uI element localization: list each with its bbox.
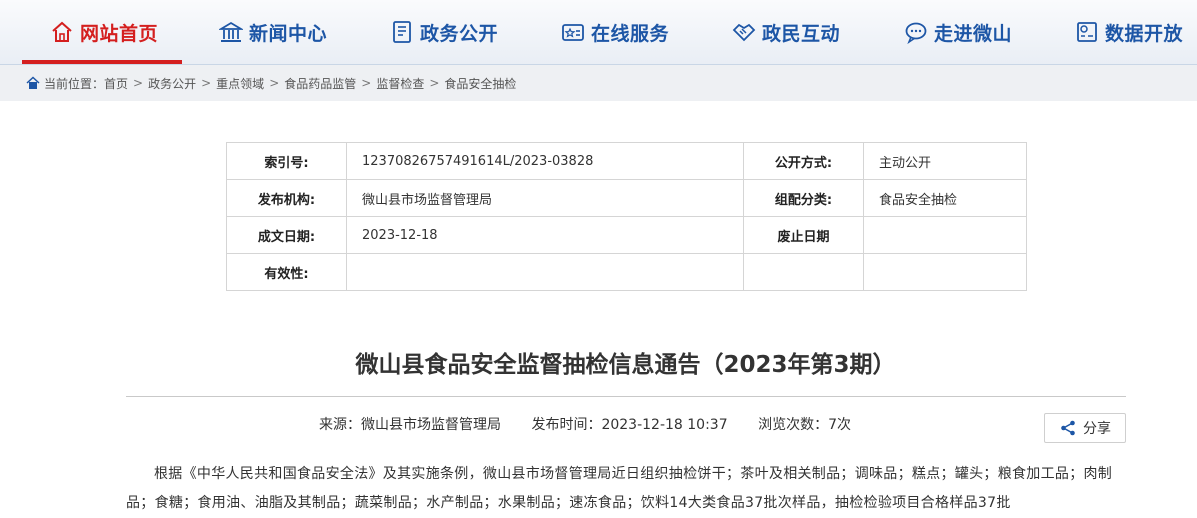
nav-item-label: 网站首页 <box>80 22 159 45</box>
article-title: 微山县食品安全监督抽检信息通告（2023年第3期） <box>355 352 896 378</box>
building-icon <box>219 20 243 44</box>
nav-item-home[interactable]: 网站首页 <box>22 0 183 64</box>
nav-item-news[interactable]: 新闻中心 <box>219 0 327 64</box>
chat-icon <box>904 20 928 44</box>
abolish-date-label: 废止日期 <box>743 216 864 254</box>
nav-item-open-data[interactable]: 数据开放 <box>1075 0 1183 64</box>
article-source: 来源：微山县市场监督管理局 <box>319 417 501 433</box>
location-home-icon <box>26 76 40 90</box>
active-underline <box>22 60 183 64</box>
abolish-date-value <box>863 216 1027 254</box>
nav-item-online-service[interactable]: 在线服务 <box>561 0 669 64</box>
nav-item-about-weishan[interactable]: 走进微山 <box>904 0 1012 64</box>
article-body: 根据《中华人民共和国食品安全法》及其实施条例，微山县市场督管理局近日组织抽检饼干… <box>126 466 1113 511</box>
nav-item-label: 政民互动 <box>762 22 841 45</box>
index-value: 12370826757491614L/2023-03828 <box>346 142 744 180</box>
open-method-value: 主动公开 <box>863 142 1027 180</box>
share-button[interactable]: 分享 <box>1044 413 1126 443</box>
nav-item-label: 政务公开 <box>420 22 499 45</box>
breadcrumb-link-food-drug[interactable]: 食品药品监管 <box>284 75 356 92</box>
handshake-icon <box>732 20 756 44</box>
breadcrumb-link-key-areas[interactable]: 重点领域 <box>216 75 264 92</box>
table-row: 成文日期: 2023-12-18 废止日期 <box>226 216 1027 254</box>
title-divider <box>126 396 1126 397</box>
empty-cell <box>863 253 1027 291</box>
breadcrumb-separator: > <box>269 76 280 90</box>
breadcrumb-separator: > <box>201 76 212 90</box>
breadcrumb-link-gov-affairs[interactable]: 政务公开 <box>148 75 196 92</box>
breadcrumb-prefix: 当前位置： <box>44 76 105 91</box>
breadcrumb-separator: > <box>361 76 372 90</box>
table-row: 索引号: 12370826757491614L/2023-03828 公开方式:… <box>226 142 1027 180</box>
data-icon <box>1075 20 1099 44</box>
issuer-value: 微山县市场监督管理局 <box>346 179 744 217</box>
breadcrumb-separator: > <box>133 76 144 90</box>
breadcrumb-link-food-sampling[interactable]: 食品安全抽检 <box>444 75 516 92</box>
index-label: 索引号: <box>226 142 347 180</box>
breadcrumb-separator: > <box>429 76 440 90</box>
empty-cell <box>743 253 864 291</box>
issuer-label: 发布机构: <box>226 179 347 217</box>
open-method-label: 公开方式: <box>743 142 864 180</box>
article-views: 浏览次数：7次 <box>758 417 851 433</box>
category-label: 组配分类: <box>743 179 864 217</box>
share-icon <box>1059 419 1077 437</box>
article-meta: 来源：微山县市场监督管理局 发布时间：2023-12-18 10:37 浏览次数… <box>0 414 1170 434</box>
document-icon <box>390 20 414 44</box>
nav-item-label: 走进微山 <box>934 22 1013 45</box>
nav-item-label: 数据开放 <box>1105 22 1184 45</box>
nav-item-gov-affairs[interactable]: 政务公开 <box>390 0 498 64</box>
article-publish-time: 发布时间：2023-12-18 10:37 <box>531 417 728 433</box>
top-navigation: 网站首页 新闻中心 政务公开 在线服务 政民互动 走进微山 数据开放 <box>0 0 1197 65</box>
share-label: 分享 <box>1083 421 1111 437</box>
table-row: 发布机构: 微山县市场监督管理局 组配分类: 食品安全抽检 <box>226 179 1027 217</box>
table-row: 有效性: <box>226 253 1027 291</box>
written-date-value: 2023-12-18 <box>346 216 744 254</box>
star-card-icon <box>561 20 585 44</box>
nav-item-interaction[interactable]: 政民互动 <box>732 0 840 64</box>
nav-item-label: 新闻中心 <box>249 22 328 45</box>
category-value: 食品安全抽检 <box>863 179 1027 217</box>
validity-value <box>346 253 744 291</box>
breadcrumb-link-home[interactable]: 首页 <box>104 75 128 92</box>
document-info-table: 索引号: 12370826757491614L/2023-03828 公开方式:… <box>226 142 1027 291</box>
written-date-label: 成文日期: <box>226 216 347 254</box>
validity-label: 有效性: <box>226 253 347 291</box>
breadcrumb: 当前位置： 首页 > 政务公开 > 重点领域 > 食品药品监管 > 监督检查 >… <box>0 65 1197 101</box>
home-icon <box>50 20 74 44</box>
breadcrumb-link-inspection[interactable]: 监督检查 <box>376 75 424 92</box>
nav-item-label: 在线服务 <box>591 22 670 45</box>
